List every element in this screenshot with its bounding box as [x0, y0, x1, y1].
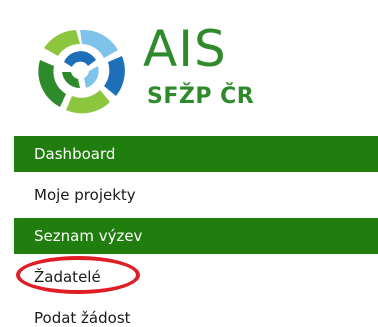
- logo-subtitle: SFŽP ČR: [147, 84, 255, 109]
- nav-item-zadatele[interactable]: Žadatelé: [14, 256, 378, 295]
- nav-item-label: Moje projekty: [34, 186, 136, 204]
- app-page: AIS SFŽP ČR Dashboard Moje projekty Sezn…: [0, 0, 378, 327]
- main-navigation: Dashboard Moje projekty Seznam výzev Žad…: [14, 136, 378, 327]
- ais-logo-icon: [38, 29, 125, 114]
- nav-item-seznam-vyzev[interactable]: Seznam výzev: [14, 218, 378, 254]
- nav-item-label: Seznam výzev: [34, 227, 143, 245]
- nav-item-label: Dashboard: [34, 145, 116, 163]
- nav-item-label: Podat žádost: [34, 309, 131, 327]
- ais-logo[interactable]: AIS SFŽP ČR: [30, 20, 330, 120]
- nav-item-moje-projekty[interactable]: Moje projekty: [14, 177, 378, 213]
- nav-item-label: Žadatelé: [34, 268, 101, 286]
- nav-item-podat-zadost[interactable]: Podat žádost: [14, 300, 378, 327]
- logo-title: AIS: [143, 20, 227, 78]
- nav-item-dashboard[interactable]: Dashboard: [14, 136, 378, 172]
